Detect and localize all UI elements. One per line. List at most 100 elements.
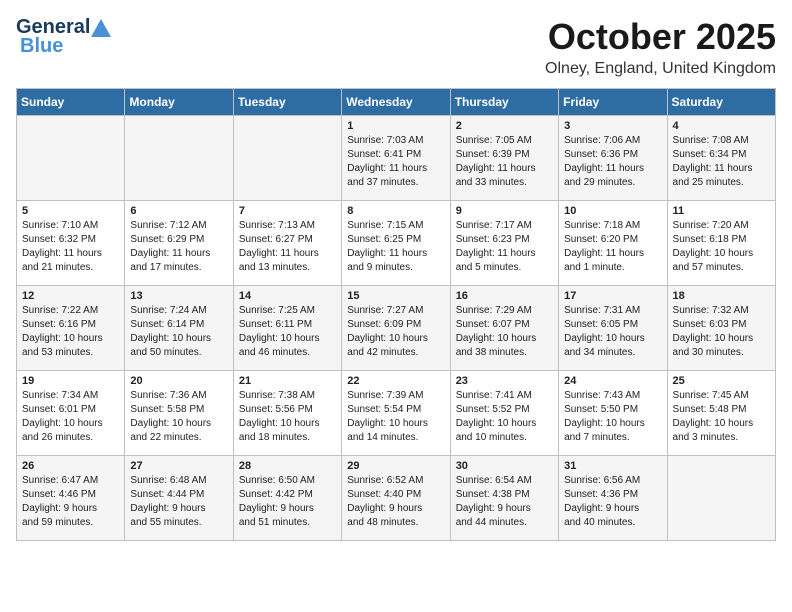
weekday-header-row: SundayMondayTuesdayWednesdayThursdayFrid…: [17, 89, 776, 116]
day-info: Sunrise: 7:20 AM Sunset: 6:18 PM Dayligh…: [673, 219, 770, 275]
day-number: 26: [22, 460, 119, 472]
day-number: 28: [239, 460, 336, 472]
calendar-cell: [125, 116, 233, 201]
day-info: Sunrise: 7:25 AM Sunset: 6:11 PM Dayligh…: [239, 304, 336, 360]
calendar-cell: 28 Sunrise: 6:50 AM Sunset: 4:42 PM Dayli…: [233, 456, 341, 541]
day-info: Sunrise: 7:34 AM Sunset: 6:01 PM Dayligh…: [22, 389, 119, 445]
day-number: 17: [564, 290, 661, 302]
calendar-cell: 13Sunrise: 7:24 AM Sunset: 6:14 PM Dayli…: [125, 286, 233, 371]
calendar-cell: 1 Sunrise: 7:03 AM Sunset: 6:41 PM Daylig…: [342, 116, 450, 201]
day-number: 30: [456, 460, 553, 472]
month-title: October 2025: [545, 16, 776, 58]
title-block: October 2025 Olney, England, United King…: [545, 16, 776, 78]
day-number: 6: [130, 205, 227, 217]
calendar-cell: 25 Sunrise: 7:45 AM Sunset: 5:48 PM Dayli…: [667, 371, 775, 456]
day-info: Sunrise: 7:17 AM Sunset: 6:23 PM Dayligh…: [456, 219, 553, 275]
day-info: Sunrise: 7:03 AM Sunset: 6:41 PM Dayligh…: [347, 134, 444, 190]
calendar-cell: 16Sunrise: 7:29 AM Sunset: 6:07 PM Dayli…: [450, 286, 558, 371]
day-info: Sunrise: 7:12 AM Sunset: 6:29 PM Dayligh…: [130, 219, 227, 275]
calendar-cell: 8 Sunrise: 7:15 AM Sunset: 6:25 PM Daylig…: [342, 201, 450, 286]
weekday-header-sunday: Sunday: [17, 89, 125, 116]
day-info: Sunrise: 6:56 AM Sunset: 4:36 PM Dayligh…: [564, 474, 661, 530]
day-number: 29: [347, 460, 444, 472]
calendar-cell: 30 Sunrise: 6:54 AM Sunset: 4:38 PM Dayli…: [450, 456, 558, 541]
calendar-week-row: 19 Sunrise: 7:34 AM Sunset: 6:01 PM Dayli…: [17, 371, 776, 456]
day-info: Sunrise: 7:13 AM Sunset: 6:27 PM Dayligh…: [239, 219, 336, 275]
weekday-header-tuesday: Tuesday: [233, 89, 341, 116]
calendar-cell: 27 Sunrise: 6:48 AM Sunset: 4:44 PM Dayli…: [125, 456, 233, 541]
day-info: Sunrise: 7:31 AM Sunset: 6:05 PM Dayligh…: [564, 304, 661, 360]
day-number: 8: [347, 205, 444, 217]
calendar-table: SundayMondayTuesdayWednesdayThursdayFrid…: [16, 88, 776, 541]
day-number: 5: [22, 205, 119, 217]
calendar-cell: 21 Sunrise: 7:38 AM Sunset: 5:56 PM Dayli…: [233, 371, 341, 456]
calendar-cell: 22 Sunrise: 7:39 AM Sunset: 5:54 PM Dayli…: [342, 371, 450, 456]
calendar-cell: 20Sunrise: 7:36 AM Sunset: 5:58 PM Dayli…: [125, 371, 233, 456]
day-info: Sunrise: 7:08 AM Sunset: 6:34 PM Dayligh…: [673, 134, 770, 190]
calendar-cell: 5 Sunrise: 7:10 AM Sunset: 6:32 PM Daylig…: [17, 201, 125, 286]
day-info: Sunrise: 7:06 AM Sunset: 6:36 PM Dayligh…: [564, 134, 661, 190]
calendar-cell: 11 Sunrise: 7:20 AM Sunset: 6:18 PM Dayli…: [667, 201, 775, 286]
calendar-cell: 2Sunrise: 7:05 AM Sunset: 6:39 PM Daylig…: [450, 116, 558, 201]
calendar-cell: 18 Sunrise: 7:32 AM Sunset: 6:03 PM Dayli…: [667, 286, 775, 371]
weekday-header-monday: Monday: [125, 89, 233, 116]
day-info: Sunrise: 7:39 AM Sunset: 5:54 PM Dayligh…: [347, 389, 444, 445]
day-number: 4: [673, 120, 770, 132]
day-number: 15: [347, 290, 444, 302]
day-info: Sunrise: 6:48 AM Sunset: 4:44 PM Dayligh…: [130, 474, 227, 530]
day-number: 24: [564, 375, 661, 387]
day-info: Sunrise: 7:05 AM Sunset: 6:39 PM Dayligh…: [456, 134, 553, 190]
calendar-cell: [17, 116, 125, 201]
weekday-header-thursday: Thursday: [450, 89, 558, 116]
day-info: Sunrise: 7:45 AM Sunset: 5:48 PM Dayligh…: [673, 389, 770, 445]
day-number: 18: [673, 290, 770, 302]
calendar-cell: 12 Sunrise: 7:22 AM Sunset: 6:16 PM Dayli…: [17, 286, 125, 371]
calendar-cell: 10 Sunrise: 7:18 AM Sunset: 6:20 PM Dayli…: [559, 201, 667, 286]
day-info: Sunrise: 6:52 AM Sunset: 4:40 PM Dayligh…: [347, 474, 444, 530]
day-number: 31: [564, 460, 661, 472]
day-number: 27: [130, 460, 227, 472]
day-number: 23: [456, 375, 553, 387]
day-info: Sunrise: 7:22 AM Sunset: 6:16 PM Dayligh…: [22, 304, 119, 360]
calendar-cell: [233, 116, 341, 201]
day-number: 1: [347, 120, 444, 132]
day-number: 19: [22, 375, 119, 387]
calendar-cell: 19 Sunrise: 7:34 AM Sunset: 6:01 PM Dayli…: [17, 371, 125, 456]
calendar-cell: 31 Sunrise: 6:56 AM Sunset: 4:36 PM Dayli…: [559, 456, 667, 541]
day-number: 22: [347, 375, 444, 387]
day-info: Sunrise: 7:32 AM Sunset: 6:03 PM Dayligh…: [673, 304, 770, 360]
calendar-cell: 9Sunrise: 7:17 AM Sunset: 6:23 PM Daylig…: [450, 201, 558, 286]
day-number: 21: [239, 375, 336, 387]
day-number: 10: [564, 205, 661, 217]
day-info: Sunrise: 7:27 AM Sunset: 6:09 PM Dayligh…: [347, 304, 444, 360]
day-number: 12: [22, 290, 119, 302]
calendar-cell: 17 Sunrise: 7:31 AM Sunset: 6:05 PM Dayli…: [559, 286, 667, 371]
day-info: Sunrise: 7:10 AM Sunset: 6:32 PM Dayligh…: [22, 219, 119, 275]
calendar-cell: 4 Sunrise: 7:08 AM Sunset: 6:34 PM Daylig…: [667, 116, 775, 201]
calendar-cell: 24Sunrise: 7:43 AM Sunset: 5:50 PM Dayli…: [559, 371, 667, 456]
calendar-cell: 7Sunrise: 7:13 AM Sunset: 6:27 PM Daylig…: [233, 201, 341, 286]
calendar-cell: 15 Sunrise: 7:27 AM Sunset: 6:09 PM Dayli…: [342, 286, 450, 371]
day-number: 11: [673, 205, 770, 217]
day-number: 14: [239, 290, 336, 302]
page-header: General Blue October 2025 Olney, England…: [16, 16, 776, 78]
calendar-cell: 14 Sunrise: 7:25 AM Sunset: 6:11 PM Dayli…: [233, 286, 341, 371]
calendar-week-row: 12 Sunrise: 7:22 AM Sunset: 6:16 PM Dayli…: [17, 286, 776, 371]
weekday-header-saturday: Saturday: [667, 89, 775, 116]
day-number: 16: [456, 290, 553, 302]
day-info: Sunrise: 7:15 AM Sunset: 6:25 PM Dayligh…: [347, 219, 444, 275]
day-info: Sunrise: 7:18 AM Sunset: 6:20 PM Dayligh…: [564, 219, 661, 275]
day-info: Sunrise: 7:41 AM Sunset: 5:52 PM Dayligh…: [456, 389, 553, 445]
day-info: Sunrise: 6:54 AM Sunset: 4:38 PM Dayligh…: [456, 474, 553, 530]
day-number: 3: [564, 120, 661, 132]
calendar-week-row: 1 Sunrise: 7:03 AM Sunset: 6:41 PM Daylig…: [17, 116, 776, 201]
calendar-cell: 23 Sunrise: 7:41 AM Sunset: 5:52 PM Dayli…: [450, 371, 558, 456]
weekday-header-friday: Friday: [559, 89, 667, 116]
logo-icon: [90, 17, 112, 39]
day-number: 25: [673, 375, 770, 387]
location: Olney, England, United Kingdom: [545, 60, 776, 78]
day-info: Sunrise: 6:50 AM Sunset: 4:42 PM Dayligh…: [239, 474, 336, 530]
calendar-cell: 29 Sunrise: 6:52 AM Sunset: 4:40 PM Dayli…: [342, 456, 450, 541]
day-info: Sunrise: 7:38 AM Sunset: 5:56 PM Dayligh…: [239, 389, 336, 445]
weekday-header-wednesday: Wednesday: [342, 89, 450, 116]
